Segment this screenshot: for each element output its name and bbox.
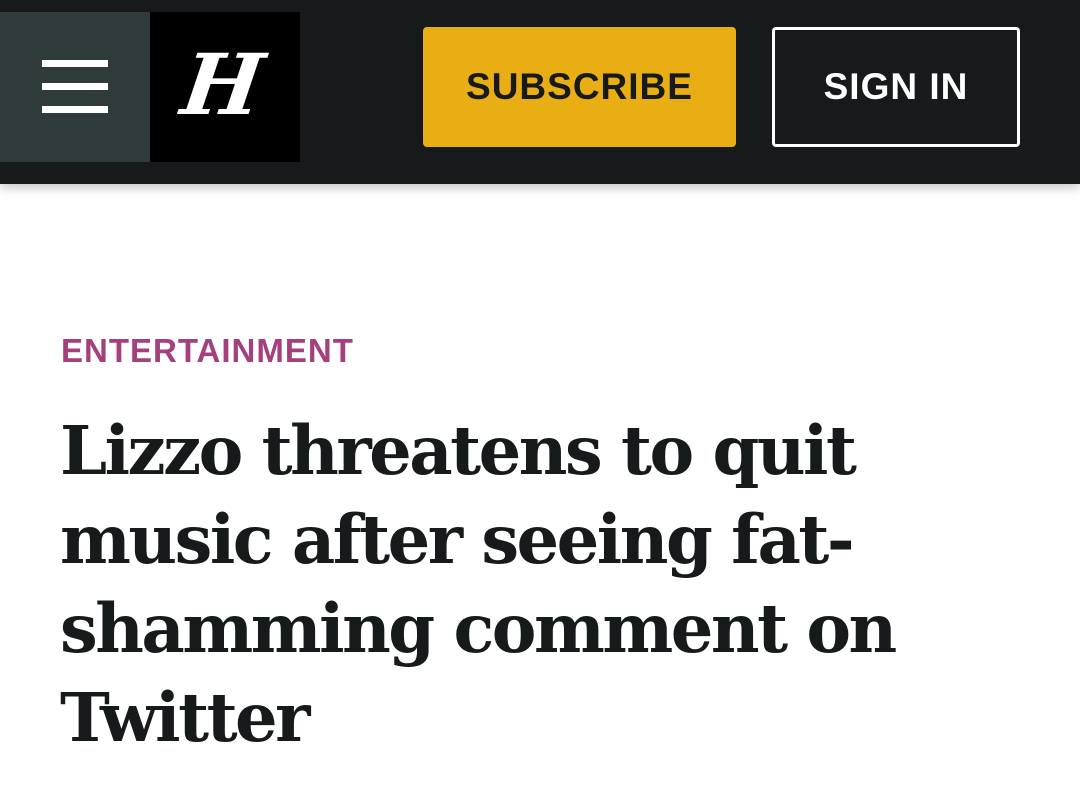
blackletter-h-logo: H xyxy=(176,35,270,134)
menu-button[interactable] xyxy=(0,12,150,162)
sign-in-button[interactable]: SIGN IN xyxy=(772,27,1020,147)
menu-icon-bar xyxy=(42,83,108,90)
menu-icon-bar xyxy=(42,106,108,113)
subscribe-button[interactable]: SUBSCRIBE xyxy=(423,27,736,147)
site-logo-link[interactable]: H xyxy=(150,12,300,162)
article-headline: Lizzo threatens to quit music after seei… xyxy=(60,411,897,757)
section-label[interactable]: ENTERTAINMENT xyxy=(61,332,354,370)
menu-icon-bar xyxy=(42,60,108,67)
site-header: H SUBSCRIBE SIGN IN xyxy=(0,0,1080,184)
